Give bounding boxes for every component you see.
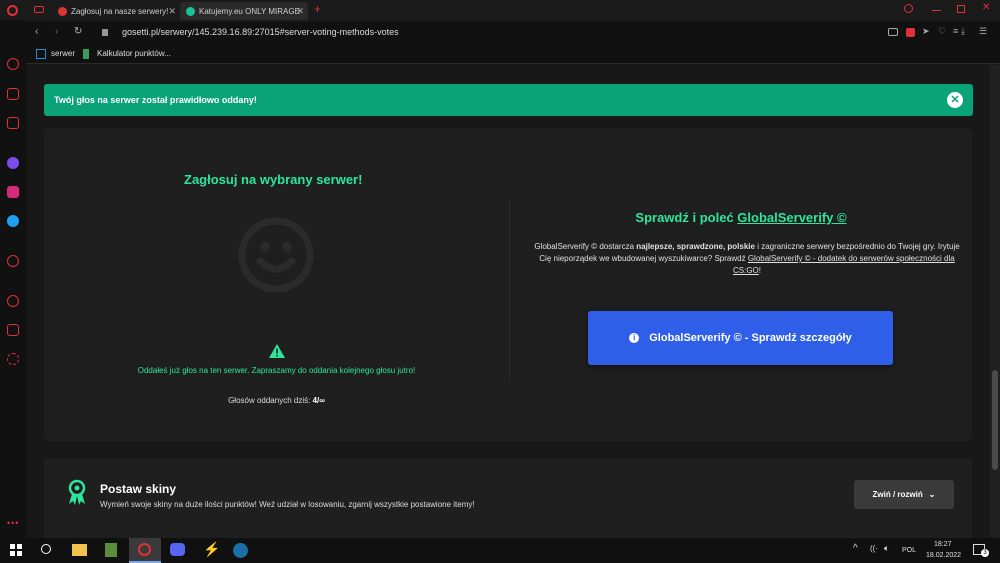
- page-content: Twój głos na serwer został prawidłowo od…: [26, 65, 990, 538]
- card-divider: [509, 200, 510, 380]
- toast-close-button[interactable]: ✕: [947, 92, 963, 108]
- globalserverify-title: Sprawdź i poleć GlobalServerify ©: [510, 210, 972, 225]
- warning-icon: [269, 344, 285, 358]
- reload-icon[interactable]: ↻: [74, 26, 82, 37]
- vote-count: Głosów oddanych dziś: 4/∞: [44, 396, 509, 405]
- steam-icon[interactable]: [233, 543, 248, 558]
- scrollbar-thumb[interactable]: [992, 370, 998, 470]
- calculator-bookmark-icon: [83, 49, 89, 59]
- twitter-icon[interactable]: [7, 215, 19, 227]
- page-scrollbar[interactable]: [990, 65, 1000, 538]
- toggle-label: Zwiń / rozwiń: [872, 490, 923, 499]
- adblock-icon[interactable]: [906, 28, 915, 37]
- gs-desc-link[interactable]: GlobalServerify © - dodatek do serwerów …: [733, 254, 955, 275]
- extensions-icon[interactable]: [7, 324, 19, 336]
- url-field[interactable]: gosetti.pl/serwery/145.239.16.89:27015#s…: [122, 27, 399, 37]
- maximize-icon[interactable]: [957, 5, 965, 13]
- clock-time[interactable]: 18:27: [934, 541, 952, 548]
- discord-icon[interactable]: [170, 543, 185, 556]
- collapse-expand-button[interactable]: Zwiń / rozwiń ⌄: [854, 480, 954, 509]
- menu-icon[interactable]: ☰: [979, 26, 987, 37]
- gs-title-prefix: Sprawdź i poleć: [635, 210, 734, 225]
- minecraft-icon[interactable]: [105, 543, 117, 557]
- search-icon[interactable]: [41, 544, 51, 554]
- instagram-icon[interactable]: [7, 186, 19, 198]
- serwer-bookmark-icon: [36, 49, 46, 59]
- clock-date[interactable]: 18.02.2022: [926, 552, 961, 559]
- download-icon[interactable]: ⤓: [961, 26, 965, 37]
- more-icon[interactable]: •••: [7, 518, 19, 528]
- vote-count-label: Głosów oddanych dziś:: [228, 396, 311, 405]
- smiley-icon: [238, 217, 314, 293]
- vote-card: Zagłosuj na wybrany serwer! Oddałeś już …: [44, 128, 972, 441]
- katujemy-favicon-icon: [186, 6, 195, 16]
- bag-icon[interactable]: [7, 88, 19, 100]
- already-voted-message: Oddałeś już głos na ten serwer. Zaprasza…: [137, 366, 416, 375]
- globalserverify-details-button[interactable]: i GlobalServerify © - Sprawdź szczegóły: [588, 311, 893, 365]
- tab-katujemy-label: Katujemy.eu ONLY MIRAGE: [199, 6, 300, 16]
- tab-close-icon[interactable]: ✕: [296, 6, 304, 17]
- gs-desc-bold: najlepsze, sprawdzone, polskie: [636, 242, 755, 251]
- opera-taskbar-icon[interactable]: [129, 538, 161, 563]
- twitch-icon[interactable]: [7, 117, 19, 129]
- notifications-icon[interactable]: 3: [973, 544, 989, 557]
- opera-ring-icon: [138, 543, 151, 556]
- gs-desc-part1: GlobalServerify © dostarcza: [534, 242, 635, 251]
- browser-sidebar: •••: [0, 20, 26, 538]
- windows-taskbar: ⚡ ^ ((· 🔈︎ POL 18:27 18.02.2022 3: [0, 538, 1000, 563]
- opera-logo-icon[interactable]: [7, 5, 18, 16]
- speed-dial-icon[interactable]: [7, 58, 19, 70]
- gs-title-link[interactable]: GlobalServerify ©: [737, 210, 846, 225]
- settings-gear-icon[interactable]: [7, 353, 19, 365]
- new-tab-button[interactable]: +: [314, 2, 321, 16]
- toast-message: Twój głos na serwer został prawidłowo od…: [54, 95, 257, 105]
- history-icon[interactable]: [7, 295, 19, 307]
- vote-count-value: 4/∞: [312, 396, 325, 405]
- info-icon: i: [629, 333, 640, 343]
- address-bar: ‹ › ↻ gosetti.pl/serwery/145.239.16.89:2…: [26, 22, 1000, 44]
- search-tabs-icon[interactable]: [904, 4, 913, 13]
- skins-description: Wymień swoje skiny na duże ilości punktó…: [100, 500, 475, 509]
- vote-title: Zagłosuj na wybrany serwer!: [184, 172, 363, 187]
- gs-desc-end: !: [758, 266, 761, 275]
- tab-close-icon[interactable]: ✕: [168, 6, 176, 17]
- globalserverify-description: GlobalServerify © dostarcza najlepsze, s…: [532, 241, 962, 277]
- tab-katujemy[interactable]: Katujemy.eu ONLY MIRAGE ✕: [180, 2, 308, 20]
- send-icon[interactable]: ➤: [922, 26, 930, 37]
- camera-icon[interactable]: [888, 28, 898, 36]
- minimize-icon[interactable]: [932, 10, 941, 11]
- messenger-icon[interactable]: [7, 157, 19, 169]
- tab-bar: Zagłosuj na nasze serwery! ✕ Katujemy.eu…: [0, 0, 1000, 20]
- lock-icon: [102, 29, 108, 36]
- close-window-icon[interactable]: ✕: [982, 2, 990, 13]
- easy-setup-icon[interactable]: ≡: [953, 26, 958, 36]
- tray-chevron-icon[interactable]: ^: [853, 543, 858, 554]
- gs-button-label: GlobalServerify © - Sprawdź szczegóły: [649, 332, 852, 344]
- app-bolt-icon[interactable]: ⚡: [203, 541, 220, 557]
- workspace-icon[interactable]: [34, 6, 44, 13]
- success-toast: Twój głos na serwer został prawidłowo od…: [44, 84, 973, 116]
- notifications-count: 3: [981, 549, 989, 557]
- gosetti-favicon-icon: [58, 6, 67, 16]
- tab-vote[interactable]: Zagłosuj na nasze serwery! ✕: [52, 2, 180, 20]
- chevron-down-icon: ⌄: [928, 490, 936, 499]
- heart-icon[interactable]: ♡: [938, 26, 946, 37]
- player-icon[interactable]: [7, 255, 19, 267]
- file-explorer-icon[interactable]: [72, 544, 87, 556]
- tab-vote-label: Zagłosuj na nasze serwery!: [71, 6, 169, 16]
- skins-title: Postaw skiny: [100, 482, 177, 496]
- wifi-icon[interactable]: ((·: [870, 544, 878, 553]
- award-ribbon-icon: [68, 479, 86, 505]
- bookmarks-bar: serwer Kalkulator punktów...: [26, 44, 1000, 64]
- windows-start-icon[interactable]: [10, 544, 22, 556]
- bookmark-serwer[interactable]: serwer: [51, 49, 75, 58]
- back-icon[interactable]: ‹: [35, 26, 38, 37]
- bookmark-kalkulator[interactable]: Kalkulator punktów...: [97, 49, 171, 58]
- volume-icon[interactable]: 🔈︎: [884, 543, 889, 554]
- language-indicator[interactable]: POL: [902, 547, 916, 554]
- skins-card: Postaw skiny Wymień swoje skiny na duże …: [44, 458, 972, 538]
- forward-icon[interactable]: ›: [55, 26, 58, 37]
